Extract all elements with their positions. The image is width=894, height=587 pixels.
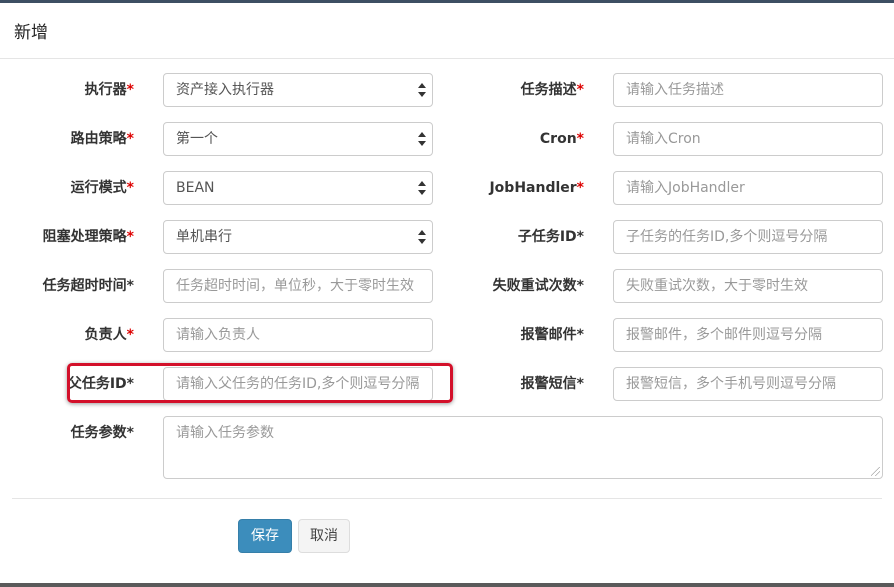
parent-task-id-label: 父任务ID* bbox=[67, 376, 134, 392]
route-strategy-label: 路由策略* bbox=[70, 131, 134, 147]
required-mark: * bbox=[126, 131, 134, 147]
task-desc-label: 任务描述* bbox=[520, 82, 584, 98]
block-strategy-select[interactable]: 单机串行 bbox=[163, 220, 433, 254]
child-task-id-label: 子任务ID* bbox=[517, 229, 584, 245]
timeout-input[interactable]: 任务超时时间，单位秒，大于零时生效 bbox=[163, 269, 433, 303]
owner-label: 负责人* bbox=[84, 327, 134, 343]
alarm-sms-input[interactable]: 报警短信，多个手机号则逗号分隔 bbox=[613, 367, 883, 401]
route-strategy-select[interactable]: 第一个 bbox=[163, 122, 433, 156]
task-desc-input[interactable]: 请输入任务描述 bbox=[613, 73, 883, 107]
block-strategy-label: 阻塞处理策略* bbox=[42, 229, 134, 245]
window-bottom-strip bbox=[0, 583, 894, 587]
run-mode-value: BEAN bbox=[176, 180, 215, 196]
required-mark: * bbox=[576, 131, 584, 147]
required-mark: * bbox=[576, 180, 584, 196]
cron-input[interactable]: 请输入Cron bbox=[613, 122, 883, 156]
required-mark: * bbox=[576, 278, 584, 294]
required-mark: * bbox=[126, 229, 134, 245]
required-mark: * bbox=[576, 82, 584, 98]
required-mark: * bbox=[576, 229, 584, 245]
cancel-button[interactable]: 取消 bbox=[298, 519, 350, 553]
task-params-textarea[interactable]: 请输入任务参数 bbox=[163, 416, 883, 479]
block-strategy-value: 单机串行 bbox=[176, 229, 232, 245]
window-top-strip bbox=[0, 0, 894, 3]
header-divider bbox=[0, 58, 894, 59]
parent-task-id-input[interactable]: 请输入父任务的任务ID,多个则逗号分隔 bbox=[163, 367, 433, 401]
required-mark: * bbox=[576, 376, 584, 392]
route-strategy-value: 第一个 bbox=[176, 131, 218, 147]
retry-count-input[interactable]: 失败重试次数，大于零时生效 bbox=[613, 269, 883, 303]
alarm-email-label: 报警邮件* bbox=[520, 327, 584, 343]
owner-input[interactable]: 请输入负责人 bbox=[163, 318, 433, 352]
retry-count-label: 失败重试次数* bbox=[492, 278, 584, 294]
footer-divider bbox=[12, 498, 882, 499]
save-button[interactable]: 保存 bbox=[238, 519, 292, 553]
child-task-id-input[interactable]: 子任务的任务ID,多个则逗号分隔 bbox=[613, 220, 883, 254]
job-handler-label: JobHandler* bbox=[489, 180, 584, 196]
required-mark: * bbox=[126, 278, 134, 294]
run-mode-select[interactable]: BEAN bbox=[163, 171, 433, 205]
modal-title: 新增 bbox=[14, 23, 48, 43]
executor-value: 资产接入执行器 bbox=[176, 82, 274, 98]
select-arrows-icon bbox=[418, 132, 426, 146]
select-arrows-icon bbox=[418, 230, 426, 244]
select-arrows-icon bbox=[418, 181, 426, 195]
timeout-label: 任务超时时间* bbox=[42, 278, 134, 294]
select-arrows-icon bbox=[418, 83, 426, 97]
task-params-label: 任务参数* bbox=[70, 425, 134, 441]
job-handler-input[interactable]: 请输入JobHandler bbox=[613, 171, 883, 205]
resize-grip-icon[interactable] bbox=[871, 467, 880, 476]
alarm-email-input[interactable]: 报警邮件，多个邮件则逗号分隔 bbox=[613, 318, 883, 352]
run-mode-label: 运行模式* bbox=[70, 180, 134, 196]
required-mark: * bbox=[126, 82, 134, 98]
cron-label: Cron* bbox=[539, 131, 584, 147]
required-mark: * bbox=[126, 376, 134, 392]
executor-label: 执行器* bbox=[84, 82, 134, 98]
alarm-sms-label: 报警短信* bbox=[520, 376, 584, 392]
required-mark: * bbox=[126, 327, 134, 343]
required-mark: * bbox=[576, 327, 584, 343]
required-mark: * bbox=[126, 425, 134, 441]
executor-select[interactable]: 资产接入执行器 bbox=[163, 73, 433, 107]
task-params-placeholder: 请输入任务参数 bbox=[176, 425, 274, 441]
required-mark: * bbox=[126, 180, 134, 196]
